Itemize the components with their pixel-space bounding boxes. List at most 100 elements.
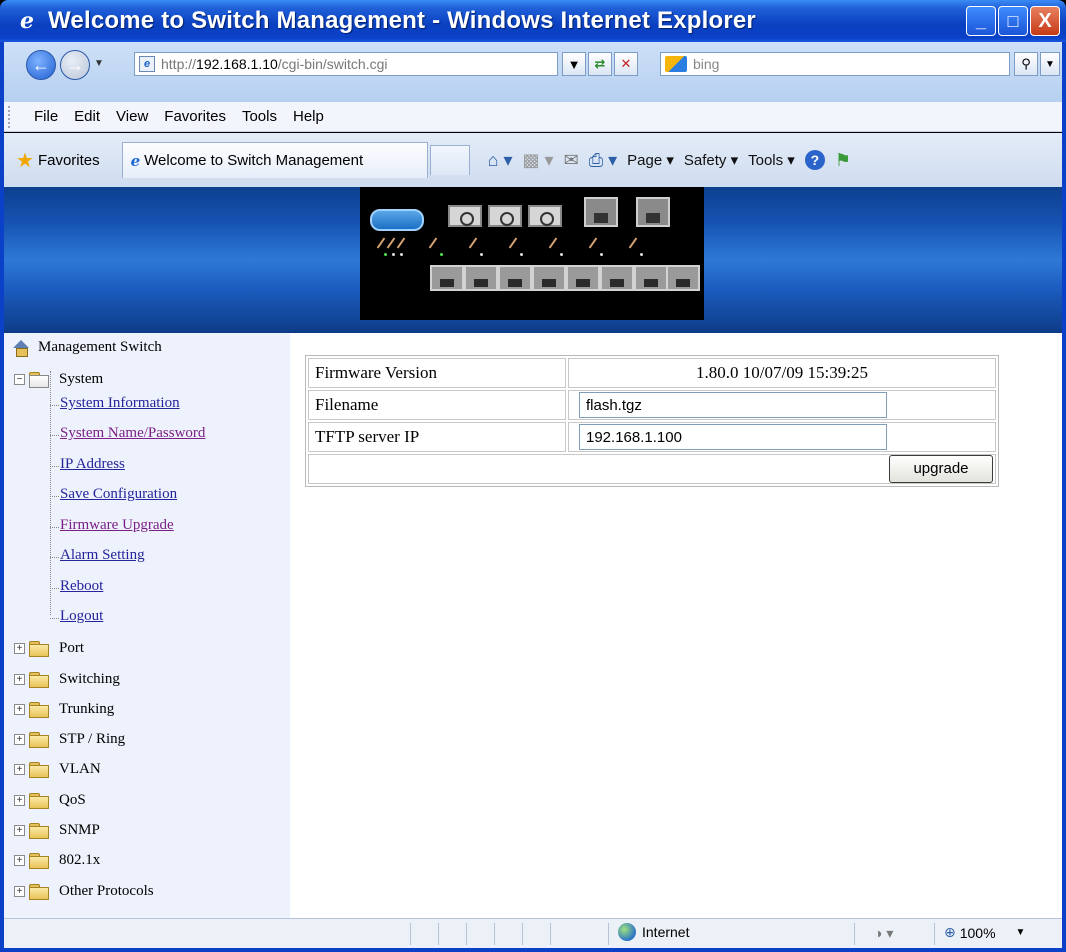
research-icon[interactable]: ⚑ [835, 150, 851, 171]
folder-icon [29, 732, 49, 748]
upgrade-button[interactable]: upgrade [889, 455, 993, 483]
link-ip-address[interactable]: IP Address [60, 456, 125, 473]
command-bar: ⌂ ▾ ▩ ▾ ✉ ⎙ ▾ Page ▾ Safety ▾ Tools ▾ ? … [488, 150, 851, 171]
tree-folder-other-protocols[interactable]: + Other Protocols [14, 883, 154, 900]
menu-file[interactable]: File [34, 108, 58, 125]
history-dropdown-icon[interactable]: ▼ [94, 58, 104, 69]
address-input[interactable]: e http://192.168.1.10/cgi-bin/switch.cgi [134, 52, 558, 76]
filename-input[interactable]: flash.tgz [579, 392, 887, 418]
tree-folder-system[interactable]: − System [14, 371, 103, 388]
tree-folder-trunking[interactable]: + Trunking [14, 701, 114, 718]
link-reboot[interactable]: Reboot [60, 578, 103, 595]
tftp-server-input[interactable]: 192.168.1.100 [579, 424, 887, 450]
expand-icon[interactable]: + [14, 855, 25, 866]
tree-folder-switching[interactable]: + Switching [14, 671, 120, 688]
collapse-icon[interactable]: − [14, 374, 25, 385]
search-input[interactable]: bing [660, 52, 1010, 76]
tree-folder-snmp[interactable]: + SNMP [14, 822, 100, 839]
star-icon: ★ [16, 149, 34, 172]
tree-folder-label: Trunking [59, 701, 115, 717]
link-firmware-upgrade[interactable]: Firmware Upgrade [60, 517, 174, 534]
expand-icon[interactable]: + [14, 643, 25, 654]
expand-icon[interactable]: + [14, 795, 25, 806]
url-host: 192.168.1.10 [196, 56, 278, 72]
expand-icon[interactable]: + [14, 886, 25, 897]
stop-icon[interactable]: ✕ [614, 52, 638, 76]
url-path: /cgi-bin/switch.cgi [277, 56, 388, 72]
tree-folder-label: 802.1x [59, 852, 101, 868]
management-home-icon [12, 339, 30, 357]
new-tab-button[interactable] [429, 145, 470, 175]
folder-icon [29, 762, 49, 778]
protected-mode-icon[interactable]: ◑ ▾ [874, 925, 893, 942]
search-icon[interactable]: ⚲ [1014, 52, 1038, 76]
close-button[interactable]: X [1030, 6, 1060, 36]
page-menu[interactable]: Page ▾ [627, 151, 674, 169]
feeds-icon[interactable]: ▩ ▾ [523, 150, 554, 171]
tftp-server-label: TFTP server IP [308, 422, 566, 452]
tab-active[interactable]: e Welcome to Switch Management [121, 142, 428, 178]
tools-menu[interactable]: Tools ▾ [748, 151, 795, 169]
link-system-information[interactable]: System Information [60, 395, 180, 412]
expand-icon[interactable]: + [14, 825, 25, 836]
safety-menu[interactable]: Safety ▾ [684, 151, 738, 169]
link-logout[interactable]: Logout [60, 608, 103, 625]
expand-icon[interactable]: + [14, 704, 25, 715]
ethernet-port-icon [430, 265, 464, 291]
fiber-port-icon [488, 205, 522, 227]
menu-help[interactable]: Help [293, 108, 324, 125]
ethernet-port-icon [634, 265, 668, 291]
tree-folder-stp-ring[interactable]: + STP / Ring [14, 731, 125, 748]
sfp-port-icon [584, 197, 618, 227]
zoom-control[interactable]: ⊕ 100% ▼ [944, 924, 1025, 941]
forward-button[interactable]: → [60, 50, 90, 80]
tree-connector [50, 371, 51, 615]
tree-root[interactable]: Management Switch [12, 339, 162, 357]
link-save-configuration[interactable]: Save Configuration [60, 486, 177, 503]
tree-folder-port[interactable]: + Port [14, 640, 84, 657]
expand-icon[interactable]: + [14, 734, 25, 745]
maximize-button[interactable]: □ [998, 6, 1028, 36]
address-dropdown-icon[interactable]: ▼ [562, 52, 586, 76]
search-options-icon[interactable]: ▼ [1040, 52, 1060, 76]
window-title: Welcome to Switch Management - Windows I… [48, 7, 756, 34]
menu-view[interactable]: View [116, 108, 148, 125]
menu-edit[interactable]: Edit [74, 108, 100, 125]
page-content: Management Switch − System System Inform… [4, 187, 1062, 918]
mail-icon[interactable]: ✉ [564, 150, 579, 171]
tools-menu-label: Tools [748, 152, 784, 169]
folder-icon [29, 823, 49, 839]
status-bar: Internet ◑ ▾ ⊕ 100% ▼ [4, 918, 1062, 948]
folder-icon [29, 641, 49, 657]
menu-tools[interactable]: Tools [242, 108, 277, 125]
tree-folder-label: STP / Ring [59, 731, 126, 747]
tree-folder-label: SNMP [59, 822, 100, 838]
folder-icon [29, 853, 49, 869]
button-cell: upgrade [308, 454, 996, 484]
refresh-icon[interactable]: ⇄ [588, 52, 612, 76]
back-button[interactable]: ← [26, 50, 56, 80]
expand-icon[interactable]: + [14, 764, 25, 775]
tree-folder-vlan[interactable]: + VLAN [14, 761, 101, 778]
home-icon[interactable]: ⌂ ▾ [488, 150, 513, 171]
tree-folder-8021x[interactable]: + 802.1x [14, 852, 100, 869]
safety-menu-label: Safety [683, 152, 727, 169]
tftp-cell: 192.168.1.100 [568, 422, 996, 452]
toolbar-grip [8, 105, 18, 128]
menu-favorites[interactable]: Favorites [164, 108, 226, 125]
expand-icon[interactable]: + [14, 674, 25, 685]
favorites-label: Favorites [37, 151, 100, 169]
ethernet-port-icon [532, 265, 566, 291]
ethernet-port-icon [464, 265, 498, 291]
help-icon[interactable]: ? [804, 150, 825, 170]
url-prefix: http:// [161, 56, 197, 72]
print-icon[interactable]: ⎙ ▾ [589, 150, 617, 171]
link-system-name-password[interactable]: System Name/Password [60, 425, 205, 442]
zoom-dropdown-icon[interactable]: ▼ [1016, 927, 1026, 938]
minimize-button[interactable]: _ [966, 6, 996, 36]
link-alarm-setting[interactable]: Alarm Setting [60, 547, 145, 564]
tree-folder-qos[interactable]: + QoS [14, 792, 86, 809]
security-zone[interactable]: Internet [618, 923, 689, 941]
zoom-level: 100% [959, 924, 996, 941]
favorites-button[interactable]: ★ Favorites [10, 144, 106, 177]
